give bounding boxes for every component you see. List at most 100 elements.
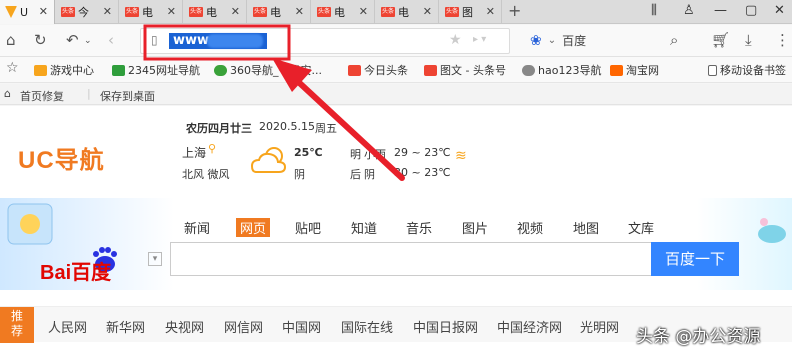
site-link[interactable]: 中国日报网 <box>413 317 478 336</box>
tab-item[interactable]: 头条 电 ✕ <box>248 0 311 24</box>
baidu-logo[interactable]: Bai百度 <box>40 247 117 284</box>
baidu-tab-zhidao[interactable]: 知道 <box>351 218 377 237</box>
home-icon[interactable]: ⌂ <box>6 31 16 49</box>
tab-title: 今 <box>78 6 89 19</box>
new-tab-icon[interactable]: + <box>508 1 521 20</box>
site-link[interactable]: 人民网 <box>48 317 87 336</box>
bookmark-item[interactable]: hao123导航 <box>522 62 601 78</box>
repair-homepage-link[interactable]: 首页修复 <box>20 88 64 104</box>
toutiao-icon: 头条 <box>381 7 395 17</box>
logo-text: UC导航 <box>18 147 105 174</box>
close-icon[interactable]: ✕ <box>103 5 112 18</box>
baidu-tab-video[interactable]: 视频 <box>517 218 543 237</box>
tab-item[interactable]: 头条 电 ✕ <box>376 0 439 24</box>
bookmark-item[interactable]: 今日头条 <box>348 62 408 78</box>
recommend-tag-line: 荐 <box>10 324 23 338</box>
close-icon[interactable]: ✕ <box>423 5 432 18</box>
baidu-tab-tieba[interactable]: 贴吧 <box>295 218 321 237</box>
chevron-down-icon[interactable]: ⌄ <box>84 36 92 46</box>
uc-icon <box>5 6 17 18</box>
tab-title: 电 <box>206 6 217 19</box>
cart-icon[interactable]: 🛒︎ <box>711 31 730 49</box>
bookmark-item[interactable]: 2345网址导航 <box>112 62 200 78</box>
weather-more-icon[interactable]: ≋ <box>455 148 467 164</box>
site-link[interactable]: 网信网 <box>224 317 263 336</box>
navigation-bar: ⌂ ↻ ↶ ⌄ ‹ ▯ www. ★ ▸ ▾ ❀ ⌄ 百度 ⌕ 🛒︎ ⤓ ⋮ <box>0 25 792 57</box>
tab-title: 图 <box>462 6 473 19</box>
day-after-weather: 阴 <box>364 168 375 181</box>
bookmark-item[interactable]: 图文 - 头条号 <box>424 62 506 78</box>
skin-icon[interactable]: ♙ <box>683 3 695 18</box>
baidu-tab-web[interactable]: 网页 <box>236 218 271 237</box>
baidu-tab-map[interactable]: 地图 <box>573 218 599 237</box>
search-icon[interactable]: ⌕ <box>670 31 678 49</box>
menu-icon[interactable]: ⋮ <box>775 31 790 49</box>
bookmark-label: 图文 - 头条号 <box>440 64 506 77</box>
download-icon[interactable]: ⤓ <box>745 31 752 49</box>
bookmark-item[interactable]: 移动设备书签 <box>708 62 786 78</box>
bookmark-label: 游戏中心 <box>50 64 94 77</box>
close-window-icon[interactable]: ✕ <box>774 3 785 18</box>
site-link[interactable]: 国际在线 <box>341 317 393 336</box>
uc-nav-logo[interactable]: UC导航 <box>18 140 105 175</box>
baidu-tab-images[interactable]: 图片 <box>462 218 488 237</box>
hao123-icon <box>522 64 535 76</box>
bookmark-label: 移动设备书签 <box>720 64 786 77</box>
baidu-search-panel: 新闻 网页 贴吧 知道 音乐 图片 视频 地图 文库 Bai百度 ▾ 百度一下 <box>0 198 792 290</box>
tab-list-icon[interactable]: ⫼ <box>651 3 657 18</box>
baidu-tab-wenku[interactable]: 文库 <box>628 218 654 237</box>
location-pin-icon: ⚲ <box>208 142 217 155</box>
baidu-tab-music[interactable]: 音乐 <box>406 218 432 237</box>
baidu-tab-news[interactable]: 新闻 <box>184 218 210 237</box>
baidu-paw-icon: ❀ <box>530 32 542 49</box>
bookmark-item[interactable]: 游戏中心 <box>34 62 94 78</box>
close-icon[interactable]: ✕ <box>359 5 368 18</box>
bookmark-label: 今日头条 <box>364 64 408 77</box>
tab-bar: U ✕ 头条 今 ✕ 头条 电 ✕ 头条 电 ✕ 头条 电 ✕ 头条 电 ✕ 头… <box>0 0 792 24</box>
star-outline-icon[interactable]: ☆ <box>6 60 19 76</box>
close-icon[interactable]: ✕ <box>39 5 48 18</box>
day-after-label: 后 <box>350 168 361 181</box>
site-link[interactable]: 中国网 <box>282 317 321 336</box>
search-engine-selector[interactable]: ❀ ⌄ 百度 <box>530 32 586 49</box>
minimize-icon[interactable]: — <box>714 3 727 18</box>
save-to-desktop-link[interactable]: 保存到桌面 <box>100 88 155 104</box>
close-icon[interactable]: ✕ <box>486 5 495 18</box>
bookmarks-bar: ☆ 游戏中心 2345网址导航 360导航_一代安... 今日头条 图文 - 头… <box>0 57 792 83</box>
baidu-search-input[interactable] <box>170 242 652 276</box>
city[interactable]: 上海 <box>182 144 206 161</box>
cloud-sun-icon <box>250 147 287 173</box>
baidu-search-button[interactable]: 百度一下 <box>651 242 739 276</box>
forward-icon[interactable]: ▸ ▾ <box>473 34 486 45</box>
undo-icon[interactable]: ↶ <box>66 31 79 49</box>
tomorrow-label: 明 <box>350 148 361 161</box>
refresh-icon[interactable]: ↻ <box>34 31 47 49</box>
tab-item[interactable]: 头条 电 ✕ <box>184 0 247 24</box>
dropdown-toggle-icon[interactable]: ▾ <box>148 252 162 266</box>
tab-uc[interactable]: U ✕ <box>0 0 55 24</box>
site-link[interactable]: 新华网 <box>106 317 145 336</box>
bookmark-item[interactable]: 淘宝网 <box>610 62 659 78</box>
maximize-icon[interactable]: ▢ <box>745 3 757 18</box>
address-bar[interactable]: ▯ www. ★ ▸ ▾ <box>140 28 510 54</box>
tab-item[interactable]: 头条 电 ✕ <box>120 0 183 24</box>
site-link[interactable]: 央视网 <box>165 317 204 336</box>
close-icon[interactable]: ✕ <box>167 5 176 18</box>
star-icon[interactable]: ★ <box>449 32 462 48</box>
home-toolbar: ⌂ 首页修复 | 保存到桌面 <box>0 84 792 105</box>
tab-item[interactable]: 头条 电 ✕ <box>312 0 375 24</box>
wind: 北风 微风 <box>182 168 230 181</box>
tab-title: 电 <box>334 6 345 19</box>
close-icon[interactable]: ✕ <box>231 5 240 18</box>
tab-title: 电 <box>270 6 281 19</box>
tab-item[interactable]: 头条 图 ✕ <box>440 0 502 24</box>
bookmark-label: 2345网址导航 <box>128 64 200 77</box>
site-link[interactable]: 光明网 <box>580 317 619 336</box>
close-icon[interactable]: ✕ <box>295 5 304 18</box>
baidu-logo-text: Bai百度 <box>40 262 112 284</box>
bookmark-item[interactable]: 360导航_一代安... <box>214 62 322 78</box>
url-redacted <box>207 34 263 48</box>
back-icon[interactable]: ‹ <box>108 31 114 49</box>
tab-item[interactable]: 头条 今 ✕ <box>56 0 119 24</box>
site-link[interactable]: 中国经济网 <box>497 317 562 336</box>
